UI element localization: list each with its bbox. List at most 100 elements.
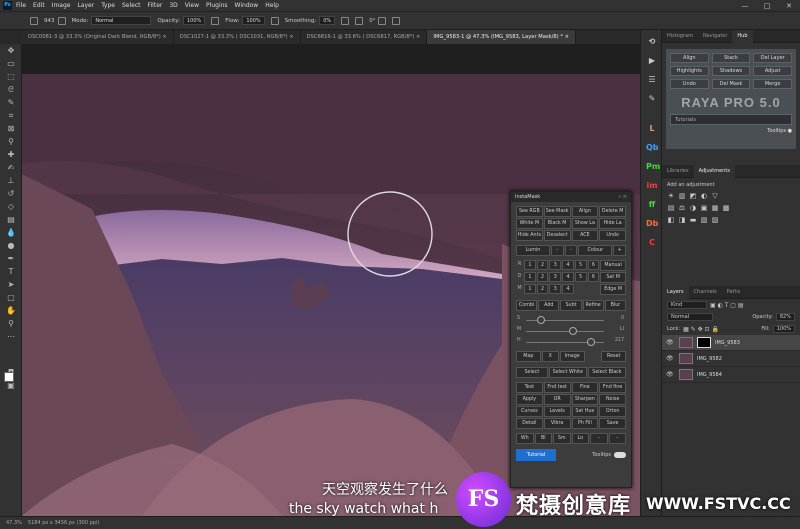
black-mask-button[interactable]: Black M [543,218,571,229]
hand-tool-icon[interactable]: ✋ [6,306,16,316]
screen-mode-icon[interactable]: ▣ [6,381,16,391]
see-mask-button[interactable]: See Mask [543,206,571,217]
reset-button[interactable]: Reset [601,351,626,362]
foreground-color-swatch[interactable] [4,372,14,382]
minus-button[interactable]: - [590,433,608,444]
lo-button[interactable]: Lo [571,433,589,444]
minus-button[interactable]: - [608,433,626,444]
selective-color-icon[interactable]: ▨ [711,216,719,224]
panel-menu-icon[interactable]: » ≡ [618,192,627,202]
frame-tool-icon[interactable]: ⊠ [6,124,16,134]
orton-button[interactable]: Orton [599,406,626,417]
lum-d-4[interactable]: 4 [562,272,574,282]
detail-button[interactable]: Detail [516,418,543,429]
move-tool-icon[interactable]: ✥ [6,46,16,56]
lum-d-6[interactable]: 6 [587,272,600,282]
brush-preset-icon[interactable] [30,16,38,25]
opacity-field[interactable]: 100% [182,16,206,25]
map-x-button[interactable]: X [541,351,559,362]
plugin-qb-icon[interactable]: Qb [646,142,659,154]
delete-mask-button[interactable]: Delete M [599,206,626,217]
channel-mixer-icon[interactable]: ▦ [711,204,719,212]
lum-d-2[interactable]: 2 [536,272,549,282]
levels-icon[interactable]: ▥ [678,192,686,200]
raya-shadows-button[interactable]: Shadows [711,66,751,76]
lum-r-5[interactable]: 5 [574,260,587,270]
edge-mask-button[interactable]: Edge M [600,284,626,295]
shape-tool-icon[interactable]: ▢ [6,293,16,303]
exposure-icon[interactable]: ◐ [700,192,708,200]
eye-icon[interactable]: 👁 [666,371,674,378]
vibrance-icon[interactable]: ▽ [711,192,719,200]
blur-tool-icon[interactable]: 💧 [6,228,16,238]
tab-navigator[interactable]: Navigator [698,30,732,43]
hide-layers-button[interactable]: Hide La [599,218,626,229]
blur-button[interactable]: Blur [604,300,626,311]
history-brush-icon[interactable]: ↺ [6,189,16,199]
select-white-button[interactable]: Select White [548,367,587,378]
gradient-map-icon[interactable]: ▧ [700,216,708,224]
lumin-plus-button[interactable]: - [564,245,578,256]
filter-icons[interactable]: ▣ ◐ T ▢ ▤ [710,302,744,309]
brush-size[interactable]: 943 [44,18,55,24]
photo-filter-icon[interactable]: ▣ [700,204,708,212]
more-tools-icon[interactable]: ⋯ [6,332,16,342]
colour-plus-button[interactable]: + [613,245,626,256]
fnd-fine-button[interactable]: Fnd fine [599,382,626,393]
smoothing-options-icon[interactable] [341,16,350,25]
tutorial-button[interactable]: Tutorial [516,449,556,461]
raya-merge-button[interactable]: Merge [753,79,792,89]
lock-icons[interactable]: ▦ ✎ ✥ ⊡ 🔒 [683,326,719,333]
symmetry-icon[interactable] [392,16,401,25]
raya-tooltips-toggle[interactable]: Tooltips ● [670,128,792,134]
raya-highlights-button[interactable]: Highlights [670,66,709,76]
layer-filter-kind[interactable]: Kind [667,301,707,309]
minimize-button[interactable]: — [734,2,756,10]
combi-button[interactable]: Combi [516,300,538,311]
apply-button[interactable]: Apply [516,394,543,405]
plugin-db-icon[interactable]: Db [646,218,658,230]
layer-mask-thumbnail[interactable] [697,337,711,348]
brush-settings-icon[interactable] [57,16,66,25]
wh-button[interactable]: Wh [516,433,534,444]
plugin-im-icon[interactable]: im [646,180,658,192]
raya-align-button[interactable]: Align [670,53,709,63]
tab-paths[interactable]: Paths [722,286,746,299]
blend-mode-select[interactable]: Normal [667,313,713,321]
curves-button[interactable]: Curves [516,406,543,417]
map-image-button[interactable]: Image [559,351,585,362]
brush-panel-icon[interactable]: ✎ [646,93,658,105]
vibra-button[interactable]: Vibra [543,418,571,429]
menu-plugins[interactable]: Plugins [206,2,228,9]
menu-view[interactable]: View [185,2,199,9]
maximize-button[interactable]: □ [756,2,778,10]
angle-field[interactable]: 0° [369,18,375,24]
add-button[interactable]: Add [538,300,560,311]
quick-select-tool-icon[interactable]: ✎ [6,98,16,108]
pressure-opacity-icon[interactable] [211,16,220,25]
lum-d-1[interactable]: 1 [524,272,536,282]
healing-brush-icon[interactable]: ✚ [6,150,16,160]
black-white-icon[interactable]: ◑ [689,204,697,212]
menu-type[interactable]: Type [101,2,115,9]
slider-knob[interactable] [587,338,596,346]
tab-document-active[interactable]: IMG_9583-1 @ 47.3% (IMG_9583, Layer Mask… [427,30,576,44]
path-select-icon[interactable]: ➤ [6,280,16,290]
raya-del-mask-button[interactable]: Del Mask [711,79,751,89]
align-button[interactable]: Align [571,206,599,217]
lum-d-3[interactable]: 3 [549,272,562,282]
layer-row[interactable]: 👁 IMG_9583 [662,335,800,351]
layer-fill-field[interactable]: 100% [772,325,795,333]
raya-del-layer-button[interactable]: Del Layer [753,53,792,63]
pen-tool-icon[interactable]: ✒ [6,254,16,264]
plugin-c-icon[interactable]: C [646,237,658,249]
hue-sat-icon[interactable]: ▤ [667,204,675,212]
lum-r-1[interactable]: 1 [524,260,536,270]
lum-m-4[interactable]: 4 [562,284,574,294]
tab-layers[interactable]: Layers [662,285,689,299]
smoothing-field[interactable]: 0% [319,16,336,25]
marquee-tool-icon[interactable]: ⬚ [6,72,16,82]
lum-r-4[interactable]: 4 [562,260,574,270]
show-layers-button[interactable]: Show La [571,218,599,229]
lum-m-1[interactable]: 1 [524,284,536,294]
